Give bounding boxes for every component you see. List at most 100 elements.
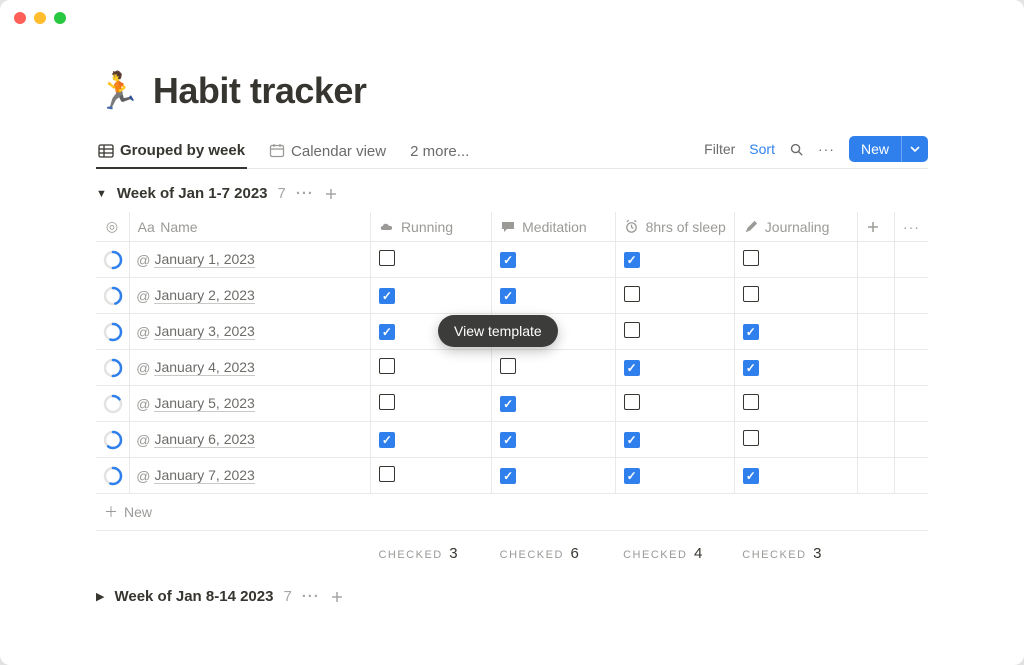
tab-grouped-by-week[interactable]: Grouped by week bbox=[96, 136, 247, 169]
mention-icon: @ bbox=[136, 252, 150, 268]
table-row[interactable]: @January 7, 2023 bbox=[96, 458, 928, 494]
checkbox[interactable] bbox=[379, 250, 395, 266]
filter-button[interactable]: Filter bbox=[704, 141, 735, 157]
target-icon: ◎ bbox=[104, 218, 120, 235]
plus-icon: ＋ bbox=[104, 504, 118, 520]
summary-row: CHECKED 3 CHECKED 6 CHECKED 4 CHECKED 3 bbox=[96, 531, 928, 569]
search-icon[interactable] bbox=[789, 142, 804, 157]
collapse-toggle-icon[interactable]: ▼ bbox=[96, 188, 107, 200]
col-name-label: Name bbox=[160, 219, 197, 235]
checkbox[interactable] bbox=[743, 360, 759, 376]
row-name[interactable]: @January 3, 2023 bbox=[130, 323, 370, 340]
checkbox[interactable] bbox=[743, 286, 759, 302]
row-date: January 5, 2023 bbox=[154, 395, 254, 412]
checkbox[interactable] bbox=[624, 468, 640, 484]
table-row[interactable]: @January 6, 2023 bbox=[96, 422, 928, 458]
col-name[interactable]: Aa Name bbox=[130, 212, 371, 242]
view-tabs: Grouped by week Calendar view 2 more... … bbox=[96, 136, 928, 169]
group-more-icon[interactable]: ··· bbox=[302, 588, 320, 605]
row-date: January 6, 2023 bbox=[154, 431, 254, 448]
new-button-dropdown[interactable] bbox=[901, 136, 928, 162]
checkbox[interactable] bbox=[500, 396, 516, 412]
page-header: 🏃 Habit tracker bbox=[96, 70, 928, 112]
checkbox[interactable] bbox=[500, 252, 516, 268]
checkbox[interactable] bbox=[624, 322, 640, 338]
group-add-icon[interactable] bbox=[324, 187, 338, 201]
row-name[interactable]: @January 5, 2023 bbox=[130, 395, 370, 412]
group-header-week1[interactable]: ▼ Week of Jan 1-7 2023 7 ··· bbox=[96, 169, 928, 212]
maximize-window-button[interactable] bbox=[54, 12, 66, 24]
checkbox[interactable] bbox=[500, 468, 516, 484]
checkbox[interactable] bbox=[500, 358, 516, 374]
row-name[interactable]: @January 2, 2023 bbox=[130, 287, 370, 304]
chat-icon bbox=[500, 220, 516, 234]
checkbox[interactable] bbox=[743, 468, 759, 484]
checkbox[interactable] bbox=[624, 252, 640, 268]
checkbox[interactable] bbox=[379, 358, 395, 374]
col-sleep[interactable]: 8hrs of sleep bbox=[615, 212, 734, 242]
checkbox[interactable] bbox=[379, 394, 395, 410]
checkbox[interactable] bbox=[379, 324, 395, 340]
table-row[interactable]: @January 5, 2023 bbox=[96, 386, 928, 422]
calendar-icon bbox=[269, 143, 285, 159]
new-row-label: New bbox=[124, 504, 152, 520]
checkbox[interactable] bbox=[500, 432, 516, 448]
col-journaling[interactable]: Journaling bbox=[734, 212, 857, 242]
row-name[interactable]: @January 4, 2023 bbox=[130, 359, 370, 376]
col-running[interactable]: Running bbox=[370, 212, 491, 242]
pencil-icon bbox=[743, 220, 759, 234]
add-column-button[interactable] bbox=[858, 212, 895, 242]
col-label: Journaling bbox=[765, 219, 830, 235]
checkbox[interactable] bbox=[379, 432, 395, 448]
table-row[interactable]: @January 4, 2023 bbox=[96, 350, 928, 386]
table-icon bbox=[98, 143, 114, 159]
row-name[interactable]: @January 1, 2023 bbox=[130, 251, 370, 268]
mention-icon: @ bbox=[136, 468, 150, 484]
col-meditation[interactable]: Meditation bbox=[492, 212, 615, 242]
checkbox[interactable] bbox=[743, 324, 759, 340]
group-more-icon[interactable]: ··· bbox=[296, 185, 314, 202]
new-button-label[interactable]: New bbox=[849, 136, 901, 162]
minimize-window-button[interactable] bbox=[34, 12, 46, 24]
checkbox[interactable] bbox=[624, 286, 640, 302]
checkbox[interactable] bbox=[624, 394, 640, 410]
close-window-button[interactable] bbox=[14, 12, 26, 24]
group-header-week2[interactable]: ▶ Week of Jan 8-14 2023 7 ··· bbox=[96, 568, 928, 615]
more-options-icon[interactable]: ··· bbox=[818, 141, 835, 157]
table-row[interactable]: @January 1, 2023 bbox=[96, 242, 928, 278]
checkbox[interactable] bbox=[379, 288, 395, 304]
checkbox[interactable] bbox=[500, 288, 516, 304]
col-status: ◎ bbox=[96, 212, 130, 242]
checkbox[interactable] bbox=[379, 466, 395, 482]
checkbox[interactable] bbox=[624, 432, 640, 448]
table-more-icon[interactable]: ··· bbox=[894, 212, 928, 242]
table-row[interactable]: @January 3, 2023 bbox=[96, 314, 928, 350]
expand-toggle-icon[interactable]: ▶ bbox=[96, 590, 104, 603]
checkbox[interactable] bbox=[624, 360, 640, 376]
row-date: January 4, 2023 bbox=[154, 359, 254, 376]
cloud-icon bbox=[379, 222, 395, 232]
col-label: 8hrs of sleep bbox=[646, 219, 726, 235]
checkbox[interactable] bbox=[743, 250, 759, 266]
add-row-button[interactable]: ＋ New bbox=[96, 494, 928, 531]
text-icon: Aa bbox=[138, 219, 154, 235]
new-button[interactable]: New bbox=[849, 136, 928, 162]
tab-more-views[interactable]: 2 more... bbox=[408, 137, 471, 168]
alarm-icon bbox=[624, 219, 640, 234]
row-name[interactable]: @January 7, 2023 bbox=[130, 467, 370, 484]
group-count: 7 bbox=[278, 185, 286, 202]
row-name[interactable]: @January 6, 2023 bbox=[130, 431, 370, 448]
row-date: January 3, 2023 bbox=[154, 323, 254, 340]
sort-button[interactable]: Sort bbox=[749, 141, 775, 157]
page-emoji[interactable]: 🏃 bbox=[96, 70, 141, 112]
checkbox[interactable] bbox=[500, 324, 516, 340]
more-views-label: 2 more... bbox=[410, 143, 469, 160]
table-row[interactable]: @January 2, 2023 bbox=[96, 278, 928, 314]
checkbox[interactable] bbox=[743, 430, 759, 446]
row-date: January 2, 2023 bbox=[154, 287, 254, 304]
page-title[interactable]: Habit tracker bbox=[153, 70, 367, 112]
group-add-icon[interactable] bbox=[330, 590, 344, 604]
group-count: 7 bbox=[283, 588, 291, 605]
checkbox[interactable] bbox=[743, 394, 759, 410]
tab-calendar-view[interactable]: Calendar view bbox=[267, 137, 388, 168]
